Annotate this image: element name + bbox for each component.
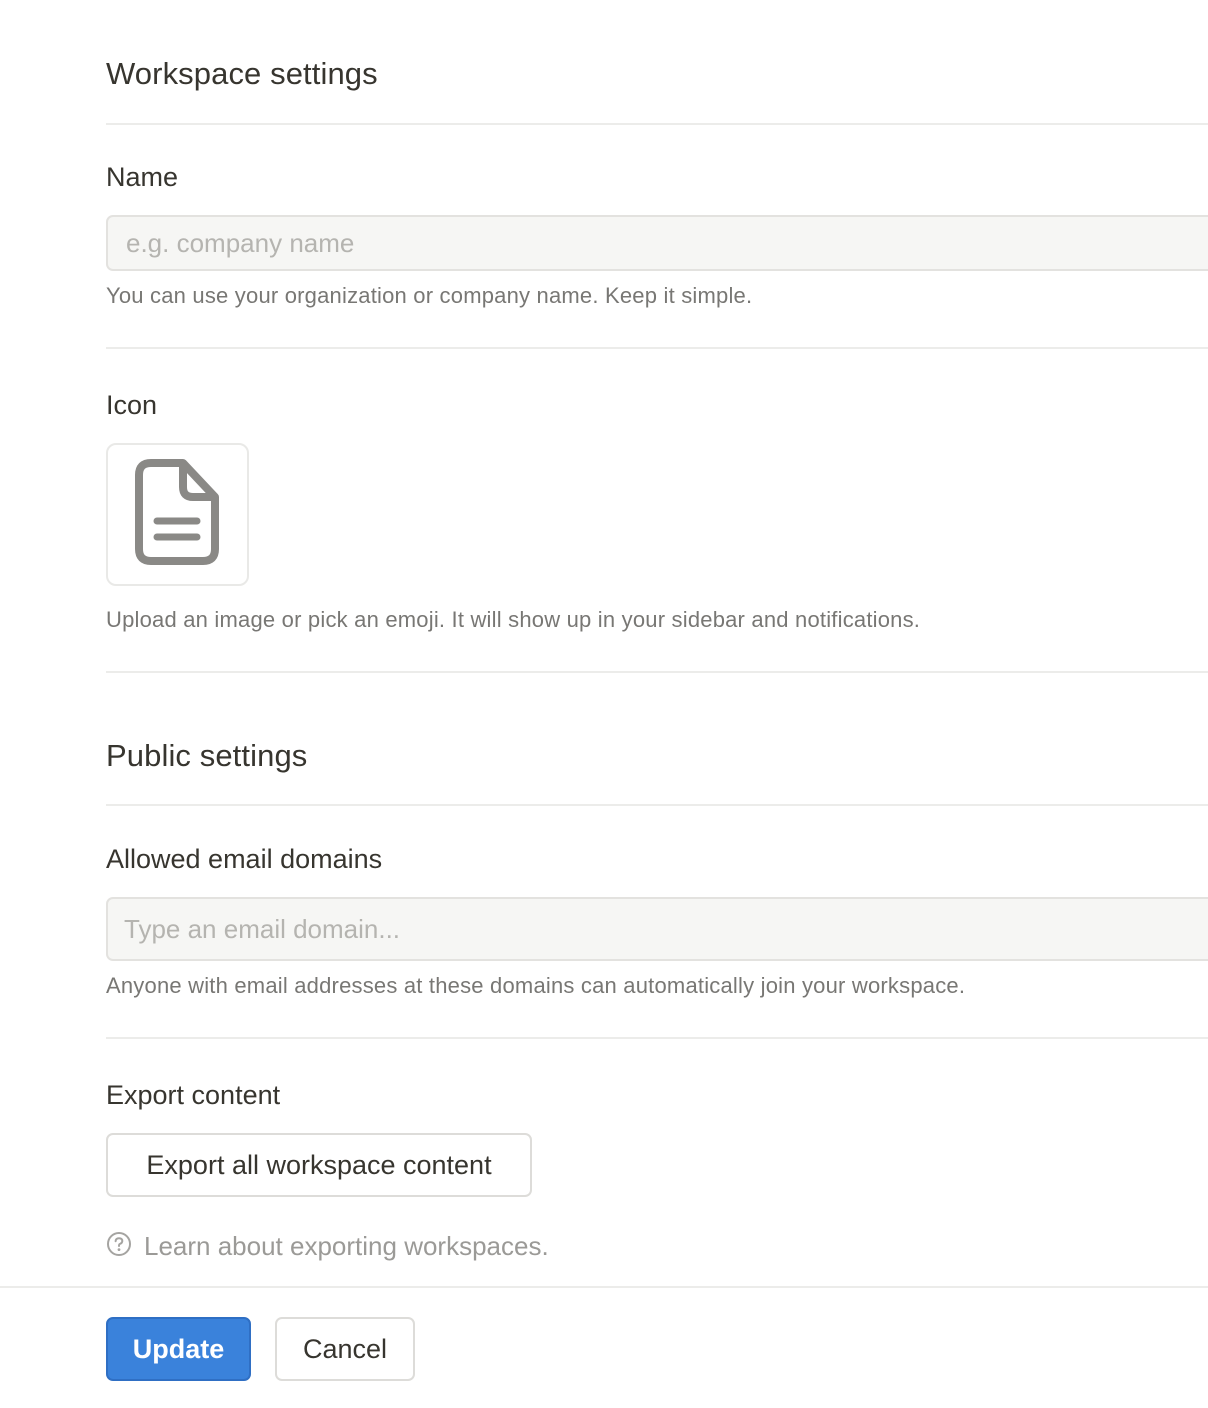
divider xyxy=(106,804,1208,806)
learn-exporting-link[interactable]: Learn about exporting workspaces. xyxy=(106,1228,549,1264)
divider xyxy=(106,671,1208,673)
footer-divider xyxy=(0,1286,1208,1288)
icon-label: Icon xyxy=(106,390,158,420)
email-domains-help-text: Anyone with email addresses at these dom… xyxy=(106,973,966,998)
cancel-button[interactable]: Cancel xyxy=(275,1317,415,1381)
workspace-settings-page: Workspace settings Name You can use your… xyxy=(0,0,1208,1408)
name-help-text: You can use your organization or company… xyxy=(106,283,753,308)
public-settings-title: Public settings xyxy=(106,738,308,773)
learn-exporting-text: Learn about exporting workspaces. xyxy=(144,1230,549,1261)
icon-help-text: Upload an image or pick an emoji. It wil… xyxy=(106,607,921,632)
export-all-content-button[interactable]: Export all workspace content xyxy=(106,1133,532,1197)
export-content-label: Export content xyxy=(106,1080,281,1110)
name-input[interactable] xyxy=(106,215,1208,271)
allowed-email-domains-label: Allowed email domains xyxy=(106,844,383,874)
workspace-icon-picker[interactable] xyxy=(106,443,249,586)
divider xyxy=(106,1037,1208,1039)
workspace-settings-title: Workspace settings xyxy=(106,56,378,91)
name-label: Name xyxy=(106,162,179,192)
email-domain-input[interactable] xyxy=(106,897,1208,961)
update-button[interactable]: Update xyxy=(106,1317,251,1381)
question-circle-icon xyxy=(106,1231,132,1262)
document-icon xyxy=(133,457,223,572)
divider xyxy=(106,123,1208,125)
divider xyxy=(106,347,1208,349)
